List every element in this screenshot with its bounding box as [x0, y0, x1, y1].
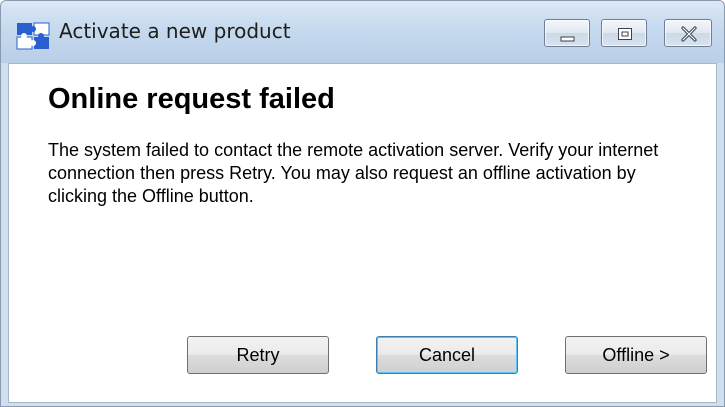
maximize-button[interactable] — [601, 19, 647, 47]
activation-dialog: Activate a new product Online request fa… — [0, 0, 725, 407]
maximize-icon — [618, 28, 632, 40]
cancel-button[interactable]: Cancel — [376, 336, 518, 374]
close-button[interactable] — [664, 19, 712, 47]
minimize-icon — [560, 36, 575, 42]
error-message: The system failed to contact the remote … — [48, 140, 659, 206]
retry-button[interactable]: Retry — [187, 336, 329, 374]
title-bar[interactable]: Activate a new product — [1, 1, 724, 63]
dialog-content: Online request failed The system failed … — [8, 63, 717, 403]
puzzle-pieces-icon — [16, 21, 50, 51]
minimize-button[interactable] — [544, 19, 590, 47]
offline-button[interactable]: Offline > — [565, 336, 707, 374]
close-icon — [681, 26, 697, 42]
message-panel: Online request failed The system failed … — [37, 73, 715, 217]
page-title: Online request failed — [48, 83, 335, 115]
window-title: Activate a new product — [59, 19, 291, 43]
